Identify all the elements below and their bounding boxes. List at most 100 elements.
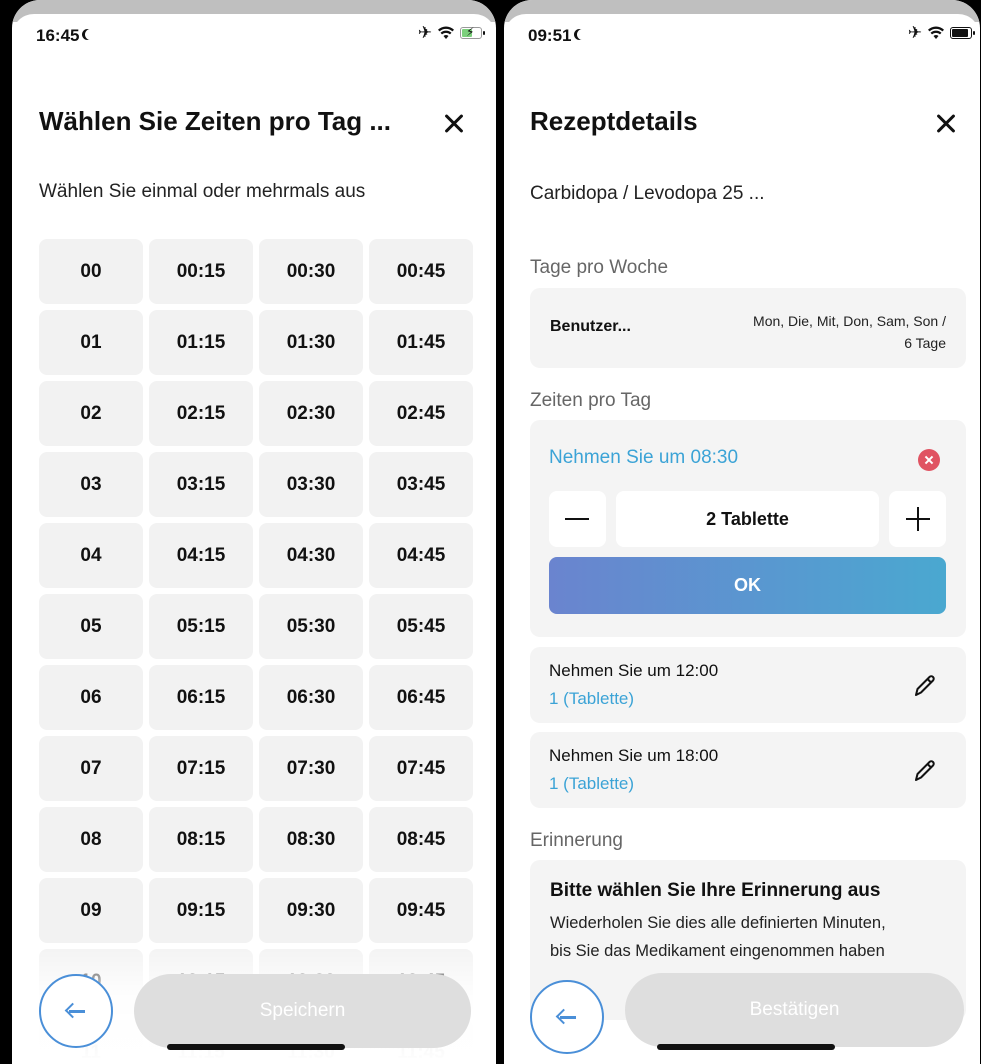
airplane-icon: ✈ bbox=[907, 23, 922, 42]
time-option[interactable]: 00:15 bbox=[149, 239, 253, 304]
time-option[interactable]: 07:30 bbox=[259, 736, 363, 801]
time-option[interactable]: 00:45 bbox=[369, 239, 473, 304]
status-icons: ✈ ⚡ bbox=[417, 23, 485, 42]
time-option[interactable]: 01:45 bbox=[369, 310, 473, 375]
moon-icon bbox=[577, 29, 588, 40]
time-option[interactable]: 02:45 bbox=[369, 381, 473, 446]
time-entry-card[interactable]: Nehmen Sie um 12:00 1 (Tablette) bbox=[530, 647, 966, 723]
time-option[interactable]: 01:15 bbox=[149, 310, 253, 375]
times-section-label: Zeiten pro Tag bbox=[530, 390, 652, 411]
status-time: 16:45 bbox=[36, 26, 80, 45]
time-option[interactable]: 02:30 bbox=[259, 381, 363, 446]
status-icons: ✈ bbox=[907, 23, 975, 42]
remove-time-icon[interactable] bbox=[918, 449, 940, 471]
time-option[interactable]: 09:45 bbox=[369, 878, 473, 943]
drug-name: Carbidopa / Levodopa 25 ... bbox=[530, 183, 765, 204]
pencil-icon[interactable] bbox=[912, 758, 938, 784]
pencil-icon[interactable] bbox=[912, 673, 938, 699]
time-option[interactable]: 07:15 bbox=[149, 736, 253, 801]
prescription-details-screen: 09:51 ✈ Rezeptdetails Carbidopa / Levodo… bbox=[504, 0, 980, 1064]
time-option[interactable]: 06:30 bbox=[259, 665, 363, 730]
time-option[interactable]: 08:15 bbox=[149, 807, 253, 872]
increment-button[interactable] bbox=[889, 491, 946, 547]
page-title: Rezeptdetails bbox=[530, 106, 698, 136]
time-option[interactable]: 06:15 bbox=[149, 665, 253, 730]
reminder-line: Wiederholen Sie dies alle definierten Mi… bbox=[550, 914, 886, 932]
days-section-label: Tage pro Woche bbox=[530, 257, 669, 278]
close-icon[interactable] bbox=[932, 110, 960, 138]
reminder-line: bis Sie das Medikament eingenommen haben bbox=[550, 942, 885, 960]
reminder-section-label: Erinnerung bbox=[530, 830, 623, 851]
time-entry-amount: 1 (Tablette) bbox=[549, 689, 635, 708]
days-summary: Mon, Die, Mit, Don, Sam, Son / 6 Tage bbox=[686, 310, 946, 354]
time-entry-card[interactable]: Nehmen Sie um 18:00 1 (Tablette) bbox=[530, 732, 966, 808]
battery-charging-icon: ⚡ bbox=[460, 25, 485, 39]
active-time-title[interactable]: Nehmen Sie um 08:30 bbox=[549, 447, 738, 469]
time-option[interactable]: 04 bbox=[39, 523, 143, 588]
days-line: Mon, Die, Mit, Don, Sam, Son / bbox=[753, 313, 946, 329]
plus-icon bbox=[906, 507, 930, 531]
days-mode-label: Benutzer... bbox=[550, 318, 631, 335]
moon-icon bbox=[85, 29, 96, 40]
page-title: Wählen Sie Zeiten pro Tag ... bbox=[39, 106, 392, 136]
time-option[interactable]: 02:15 bbox=[149, 381, 253, 446]
reminder-description: Wiederholen Sie dies alle definierten Mi… bbox=[550, 909, 960, 965]
time-entry-title: Nehmen Sie um 18:00 bbox=[549, 746, 719, 765]
time-option[interactable]: 09 bbox=[39, 878, 143, 943]
reminder-title: Bitte wählen Sie Ihre Erinnerung aus bbox=[550, 880, 881, 901]
status-bar: 16:45 ✈ ⚡ bbox=[12, 14, 496, 52]
time-entry-amount: 1 (Tablette) bbox=[549, 774, 635, 793]
time-option[interactable]: 07:45 bbox=[369, 736, 473, 801]
time-option[interactable]: 08:30 bbox=[259, 807, 363, 872]
home-indicator bbox=[167, 1044, 345, 1050]
time-option[interactable]: 01 bbox=[39, 310, 143, 375]
back-button[interactable] bbox=[39, 974, 113, 1048]
time-option[interactable]: 06 bbox=[39, 665, 143, 730]
status-time: 09:51 bbox=[528, 26, 572, 45]
time-option[interactable]: 04:45 bbox=[369, 523, 473, 588]
time-option[interactable]: 04:30 bbox=[259, 523, 363, 588]
time-option[interactable]: 03:30 bbox=[259, 452, 363, 517]
time-option[interactable]: 09:30 bbox=[259, 878, 363, 943]
time-option[interactable]: 09:15 bbox=[149, 878, 253, 943]
time-option[interactable]: 00:30 bbox=[259, 239, 363, 304]
airplane-icon: ✈ bbox=[417, 23, 432, 42]
time-option[interactable]: 05:30 bbox=[259, 594, 363, 659]
minus-icon bbox=[565, 518, 589, 520]
time-option[interactable]: 03:45 bbox=[369, 452, 473, 517]
time-option[interactable]: 04:15 bbox=[149, 523, 253, 588]
time-option[interactable]: 08:45 bbox=[369, 807, 473, 872]
time-option[interactable]: 03 bbox=[39, 452, 143, 517]
save-button[interactable]: Speichern bbox=[134, 974, 471, 1048]
days-count: 6 Tage bbox=[904, 335, 946, 351]
time-option[interactable]: 00 bbox=[39, 239, 143, 304]
time-option[interactable]: 02 bbox=[39, 381, 143, 446]
time-picker-screen: 16:45 ✈ ⚡ Wählen Sie Zeiten pro Tag ... … bbox=[12, 0, 496, 1064]
home-indicator bbox=[657, 1044, 835, 1050]
arrow-left-icon bbox=[65, 1003, 87, 1019]
days-card[interactable]: Benutzer... Mon, Die, Mit, Don, Sam, Son… bbox=[530, 288, 966, 368]
wifi-icon bbox=[928, 26, 944, 39]
confirm-button[interactable]: Bestätigen bbox=[625, 973, 964, 1047]
battery-icon bbox=[950, 27, 975, 39]
active-time-card: Nehmen Sie um 08:30 2 Tablette OK bbox=[530, 420, 966, 637]
page-subtitle: Wählen Sie einmal oder mehrmals aus bbox=[39, 181, 366, 202]
close-icon[interactable] bbox=[440, 110, 468, 138]
time-option[interactable]: 08 bbox=[39, 807, 143, 872]
wifi-icon bbox=[438, 26, 454, 39]
status-time-wrap: 16:45 bbox=[36, 26, 96, 46]
quantity-display: 2 Tablette bbox=[616, 491, 879, 547]
time-option[interactable]: 03:15 bbox=[149, 452, 253, 517]
time-option[interactable]: 01:30 bbox=[259, 310, 363, 375]
arrow-left-icon bbox=[556, 1009, 578, 1025]
decrement-button[interactable] bbox=[549, 491, 606, 547]
status-time-wrap: 09:51 bbox=[528, 26, 588, 46]
time-option[interactable]: 05 bbox=[39, 594, 143, 659]
time-option[interactable]: 07 bbox=[39, 736, 143, 801]
time-option[interactable]: 05:45 bbox=[369, 594, 473, 659]
time-option[interactable]: 06:45 bbox=[369, 665, 473, 730]
time-option[interactable]: 05:15 bbox=[149, 594, 253, 659]
ok-button[interactable]: OK bbox=[549, 557, 946, 614]
status-bar: 09:51 ✈ bbox=[504, 14, 980, 52]
back-button[interactable] bbox=[530, 980, 604, 1054]
